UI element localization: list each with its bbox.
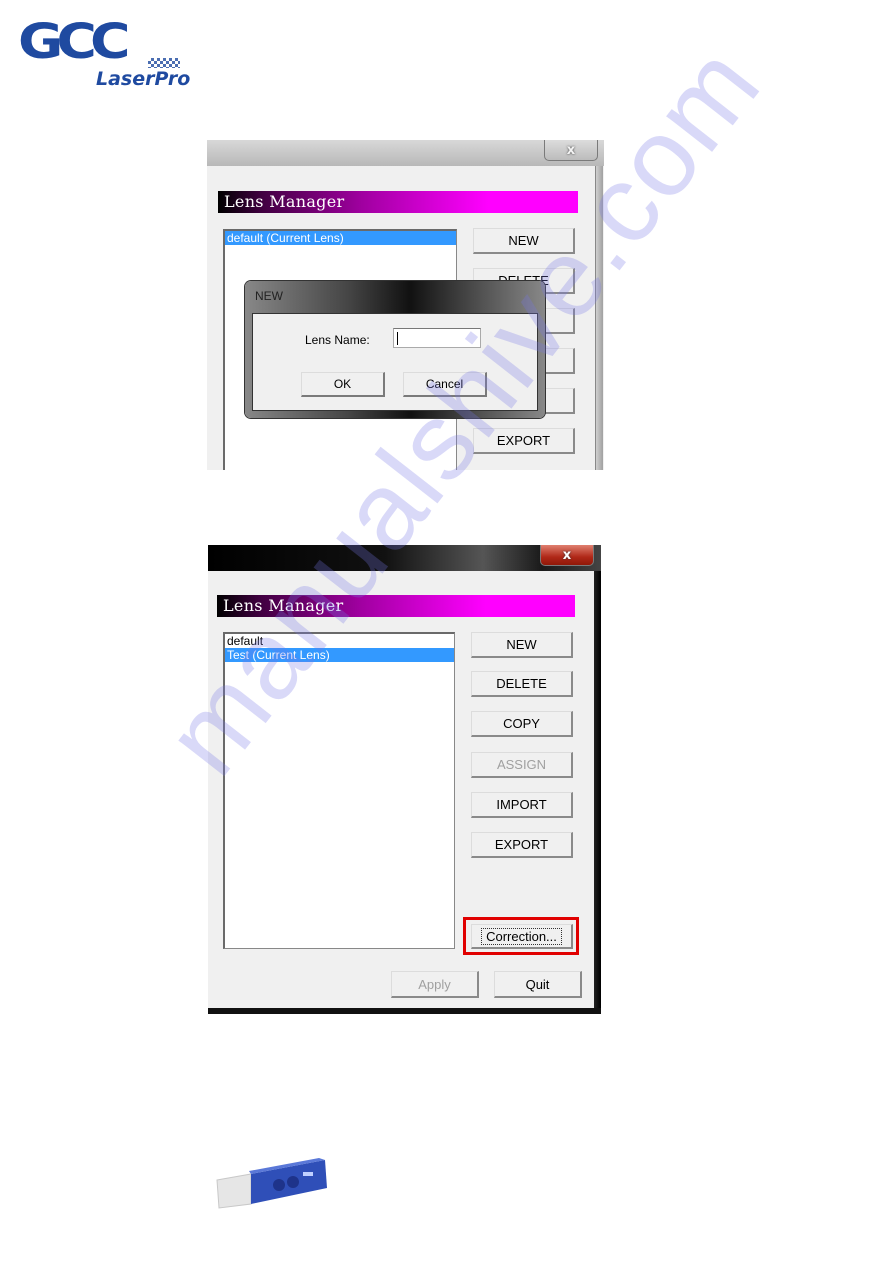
logo-product-text: LaserPro: [96, 68, 191, 90]
window-bottom-border: [208, 1008, 601, 1014]
delete-button[interactable]: DELETE: [471, 671, 573, 697]
logo-brand-text: GCC: [18, 14, 131, 70]
export-button[interactable]: EXPORT: [471, 832, 573, 858]
ok-button[interactable]: OK: [301, 372, 385, 397]
copy-button[interactable]: COPY: [471, 711, 573, 737]
lens-manager-banner: Lens Manager: [218, 191, 578, 213]
export-button[interactable]: EXPORT: [473, 428, 575, 454]
assign-button: ASSIGN: [471, 752, 573, 778]
list-item[interactable]: default: [225, 634, 454, 648]
device-lens-housing: [216, 1173, 252, 1209]
text-caret: [397, 332, 398, 345]
logo-checker-icon: [148, 58, 180, 68]
dialog-body: Lens Name: OK Cancel: [252, 313, 538, 411]
laser-device-image: [216, 1158, 327, 1209]
new-lens-dialog: NEW Lens Name: OK Cancel: [245, 281, 545, 418]
lens-name-input[interactable]: [393, 328, 481, 348]
import-button[interactable]: IMPORT: [471, 792, 573, 818]
apply-button: Apply: [391, 971, 479, 998]
close-button[interactable]: x: [540, 545, 594, 566]
device-fan: [287, 1176, 299, 1188]
close-icon: x: [566, 142, 576, 158]
cancel-button[interactable]: Cancel: [403, 372, 487, 397]
lens-name-label: Lens Name:: [305, 333, 370, 347]
close-button[interactable]: x: [544, 140, 598, 161]
lens-manager-banner: Lens Manager: [217, 595, 575, 617]
list-item[interactable]: Test (Current Lens): [225, 648, 454, 662]
lens-list[interactable]: default Test (Current Lens): [223, 632, 455, 949]
close-icon: x: [562, 547, 572, 563]
correction-label: Correction...: [481, 927, 562, 945]
list-item[interactable]: default (Current Lens): [225, 231, 456, 245]
window-border: [594, 571, 601, 1014]
device-label: [303, 1172, 313, 1176]
new-button[interactable]: NEW: [471, 632, 573, 658]
window-border: [595, 166, 603, 470]
gcc-laserpro-logo: GCC LaserPro: [18, 14, 198, 90]
lens-manager-window-2: x Lens Manager default Test (Current Len…: [208, 545, 601, 1014]
dialog-title: NEW: [255, 289, 283, 303]
new-button[interactable]: NEW: [473, 228, 575, 254]
device-fan: [273, 1179, 285, 1191]
correction-button[interactable]: Correction...: [471, 924, 573, 949]
quit-button[interactable]: Quit: [494, 971, 582, 998]
